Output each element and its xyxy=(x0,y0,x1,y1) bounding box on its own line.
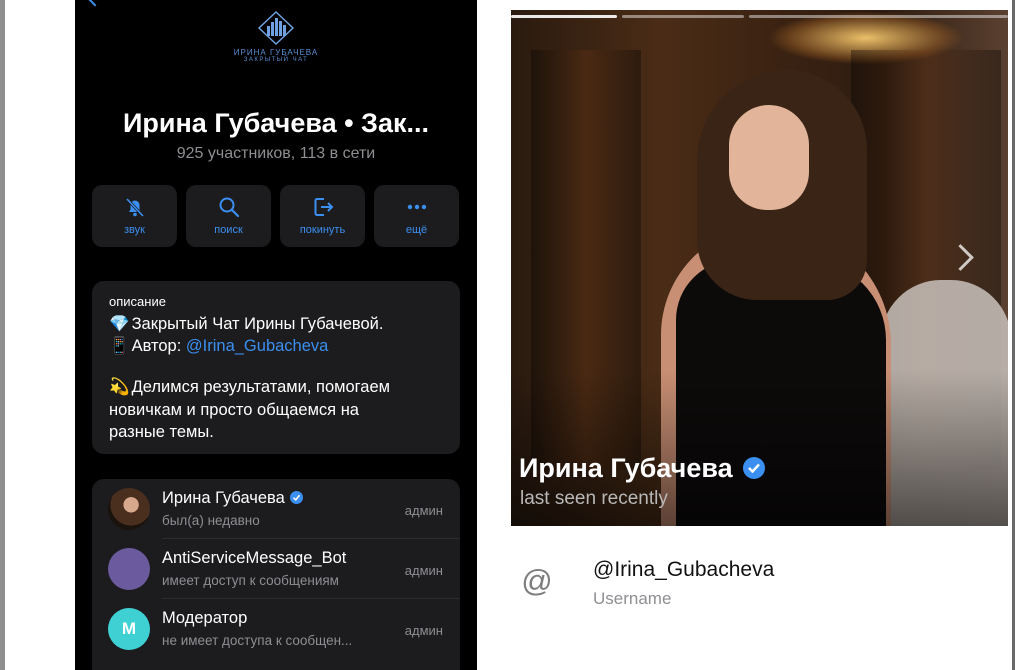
more-label: ещё xyxy=(405,224,428,236)
group-member-count: 925 участников, 113 в сети xyxy=(176,145,376,162)
at-sign-icon: @ xyxy=(521,563,553,598)
action-bar: звук поиск покинуть ещё xyxy=(92,185,460,247)
verified-badge-icon xyxy=(742,457,765,479)
avatar: М xyxy=(108,608,150,650)
dizzy-icon: 💫 xyxy=(109,378,130,396)
phone-icon: 📱 xyxy=(109,337,130,355)
username-label: Username xyxy=(593,589,672,605)
more-icon xyxy=(407,204,426,210)
building-logo-icon xyxy=(257,10,295,46)
member-row[interactable]: М Модератор не имеет доступа к сообщен..… xyxy=(92,599,460,659)
member-row[interactable]: Ирина Губачева был(а) недавно админ xyxy=(92,479,460,539)
group-logo: ИРИНА ГУБАЧЕВА ЗАКРЫТЫЙ ЧАТ xyxy=(232,10,320,72)
member-role: админ xyxy=(404,623,443,638)
logo-subtitle: ЗАКРЫТЫЙ ЧАТ xyxy=(243,57,309,63)
member-status: не имеет доступа к сообщен... xyxy=(162,633,353,648)
bell-slash-icon xyxy=(125,197,144,218)
window-border-left xyxy=(0,0,5,670)
member-name: AntiServiceMessage_Bot xyxy=(162,549,347,567)
avatar xyxy=(108,548,150,590)
back-icon[interactable] xyxy=(86,0,104,7)
group-title: Ирина Губачева • Зак... xyxy=(123,108,429,138)
description-card: описание 💎 Закрытый Чат Ирины Губачевой.… xyxy=(92,281,460,454)
window-border-right xyxy=(1012,0,1015,670)
mute-label: звук xyxy=(124,224,145,236)
more-button[interactable]: ещё xyxy=(374,185,459,247)
description-label: описание xyxy=(109,294,166,309)
member-status: имеет доступ к сообщениям xyxy=(162,573,339,588)
avatar xyxy=(108,488,150,530)
group-info-screen: ИРИНА ГУБАЧЕВА ЗАКРЫТЫЙ ЧАТ Ирина Губаче… xyxy=(75,0,477,670)
member-status: был(а) недавно xyxy=(162,513,260,528)
story-progress-bar xyxy=(749,15,1008,18)
members-list: Ирина Губачева был(а) недавно админ Anti… xyxy=(92,479,460,670)
profile-status: last seen recently xyxy=(520,488,668,509)
description-line-1: 💎 Закрытый Чат Ирины Губачевой. xyxy=(109,315,384,333)
leave-label: покинуть xyxy=(299,224,346,236)
gem-icon: 💎 xyxy=(109,315,130,333)
member-role: админ xyxy=(404,503,443,518)
member-name: Модератор xyxy=(162,609,248,627)
description-line-2: 📱 Автор: @Irina_Gubacheva xyxy=(109,337,329,355)
description-line-3: 💫 Делимся результатами, помогаем xyxy=(109,378,390,396)
mute-button[interactable]: звук xyxy=(92,185,177,247)
profile-photo[interactable]: Ирина Губачева last seen recently xyxy=(511,10,1008,526)
story-progress-bar xyxy=(622,15,744,18)
leave-button[interactable]: покинуть xyxy=(280,185,365,247)
member-name: Ирина Губачева xyxy=(162,489,303,508)
profile-name: Ирина Губачева xyxy=(519,453,765,484)
member-role: админ xyxy=(404,563,443,578)
username-value[interactable]: @Irina_Gubacheva xyxy=(593,558,774,582)
leave-icon xyxy=(314,198,333,216)
author-link[interactable]: @Irina_Gubacheva xyxy=(186,337,328,355)
search-button[interactable]: поиск xyxy=(186,185,271,247)
description-line-4: новичкам и просто общаемся на xyxy=(109,401,359,419)
search-label: поиск xyxy=(214,224,243,236)
member-row[interactable]: AntiServiceMessage_Bot имеет доступ к со… xyxy=(92,539,460,599)
story-progress-bar xyxy=(511,15,617,18)
search-icon xyxy=(219,197,239,218)
verified-badge-icon xyxy=(289,491,303,504)
description-line-5: разные темы. xyxy=(109,423,214,441)
logo-name: ИРИНА ГУБАЧЕВА xyxy=(233,48,319,57)
